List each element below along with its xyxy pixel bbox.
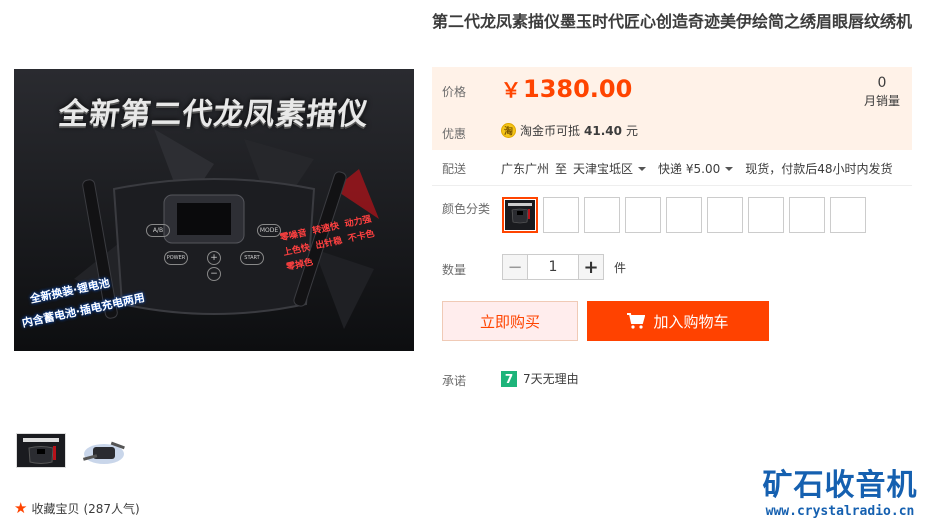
promo-amount: 41.40 xyxy=(584,123,622,138)
shipping-selector[interactable]: 快递 ¥5.00 xyxy=(658,160,739,177)
color-swatch-1[interactable] xyxy=(502,197,538,233)
favorite-button[interactable]: ★ 收藏宝贝 (287人气) xyxy=(14,500,140,517)
color-swatch-4[interactable] xyxy=(625,197,661,233)
destination-text: 天津宝坻区 xyxy=(573,162,634,176)
image-headline: 全新第二代龙凤素描仪 xyxy=(56,97,371,132)
color-swatch-5[interactable] xyxy=(666,197,702,233)
sold-count: 0 xyxy=(877,75,887,91)
stock-status: 现货，付款后48小时内发货 xyxy=(745,162,893,176)
quantity-stepper: − + 件 xyxy=(502,254,626,280)
watermark-url: www.crystalradio.cn xyxy=(765,504,915,519)
delivery-row: 配送 广东广州 至 天津宝坻区 快递 ¥5.00 现货，付款后48小时内发货 xyxy=(432,150,912,186)
promo-text-prefix: 淘金币可抵 xyxy=(520,124,581,138)
device-button-start: START xyxy=(240,251,264,265)
thumbnail-list xyxy=(16,433,128,468)
device-button-power: POWER xyxy=(164,251,188,265)
currency-symbol: ￥ xyxy=(501,78,521,102)
increment-button[interactable]: + xyxy=(578,254,604,280)
device-button-mode: MODE xyxy=(257,224,281,237)
color-swatch-6[interactable] xyxy=(707,197,743,233)
color-swatch-8[interactable] xyxy=(789,197,825,233)
main-product-image[interactable]: 全新第二代龙凤素描仪 A/B MODE POWER + − START 全新换装… xyxy=(14,69,414,351)
device-button-plus: + xyxy=(207,251,221,265)
watermark: 矿石收音机 www.crystalradio.cn xyxy=(760,468,920,520)
price-value: ￥1380.00 xyxy=(501,74,632,103)
favorite-count: (287人气) xyxy=(83,502,140,516)
ship-to-word: 至 xyxy=(555,162,568,176)
feature-text: 出针稳 xyxy=(314,236,344,252)
destination-selector[interactable]: 天津宝坻区 xyxy=(573,160,652,177)
feature-text: 不卡色 xyxy=(347,229,376,245)
sold-label: 月销量 xyxy=(863,94,900,108)
color-swatch-2[interactable] xyxy=(543,197,579,233)
buy-now-button[interactable]: 立即购买 xyxy=(442,301,578,341)
promise-info[interactable]: 7 7天无理由 xyxy=(501,370,579,387)
color-swatch-3[interactable] xyxy=(584,197,620,233)
taobao-coin-icon: 淘 xyxy=(501,123,516,138)
chevron-down-icon xyxy=(725,166,734,171)
seven-day-return-icon: 7 xyxy=(501,370,517,387)
ship-from: 广东广州 xyxy=(501,162,550,176)
shipping-text: 快递 ¥5.00 xyxy=(658,162,721,176)
add-to-cart-label: 加入购物车 xyxy=(653,312,729,331)
promo-info: 淘 淘金币可抵 41.40 元 xyxy=(501,122,638,139)
cart-icon xyxy=(627,313,646,329)
add-to-cart-button[interactable]: 加入购物车 xyxy=(587,301,769,341)
price-label: 价格 xyxy=(442,85,467,99)
delivery-label: 配送 xyxy=(442,162,467,176)
star-icon: ★ xyxy=(14,499,28,517)
monthly-sales: 0 月销量 xyxy=(864,74,900,109)
quantity-label: 数量 xyxy=(442,263,467,277)
promise-text: 7天无理由 xyxy=(523,372,579,386)
thumbnail-2[interactable] xyxy=(78,433,128,468)
device-button-minus: − xyxy=(207,267,221,281)
decrement-button[interactable]: − xyxy=(502,254,528,280)
quantity-input[interactable] xyxy=(528,254,578,280)
quantity-unit: 件 xyxy=(614,260,627,275)
color-swatch-9[interactable] xyxy=(830,197,866,233)
color-swatch-7[interactable] xyxy=(748,197,784,233)
favorite-label: 收藏宝贝 xyxy=(31,502,80,516)
product-title: 第二代龙凤素描仪墨玉时代匠心创造奇迹美伊绘简之绣眉眼唇纹绣机 xyxy=(432,12,913,31)
promise-label: 承诺 xyxy=(442,374,467,388)
color-label: 颜色分类 xyxy=(442,202,491,216)
color-swatch-list xyxy=(502,197,866,233)
promo-text-suffix: 元 xyxy=(625,124,638,138)
watermark-name: 矿石收音机 xyxy=(762,468,918,503)
chevron-down-icon xyxy=(638,166,647,171)
promo-label: 优惠 xyxy=(442,127,467,141)
device-button-ab: A/B xyxy=(146,224,170,237)
thumbnail-1[interactable] xyxy=(16,433,66,468)
price-amount: 1380.00 xyxy=(523,75,633,103)
price-panel: 价格 ￥1380.00 0 月销量 优惠 淘 淘金币可抵 41.40 元 xyxy=(432,67,912,150)
